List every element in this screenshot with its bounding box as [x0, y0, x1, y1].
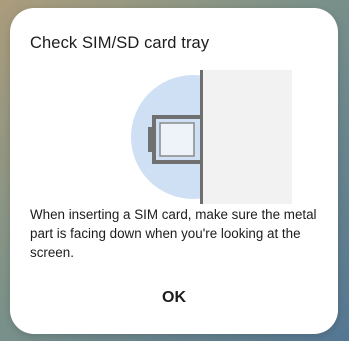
phone-body: [202, 70, 292, 204]
sim-tray-insertion-icon: [131, 70, 292, 204]
dialog-title: Check SIM/SD card tray: [30, 34, 210, 52]
sim-tray-dialog: Check SIM/SD card tray When inserting a …: [10, 8, 338, 334]
tray-tab: [148, 127, 154, 152]
phone-edge: [200, 70, 203, 204]
sim-tray-slot: [159, 122, 195, 157]
ok-button[interactable]: OK: [134, 280, 214, 316]
dialog-message: When inserting a SIM card, make sure the…: [30, 207, 317, 260]
